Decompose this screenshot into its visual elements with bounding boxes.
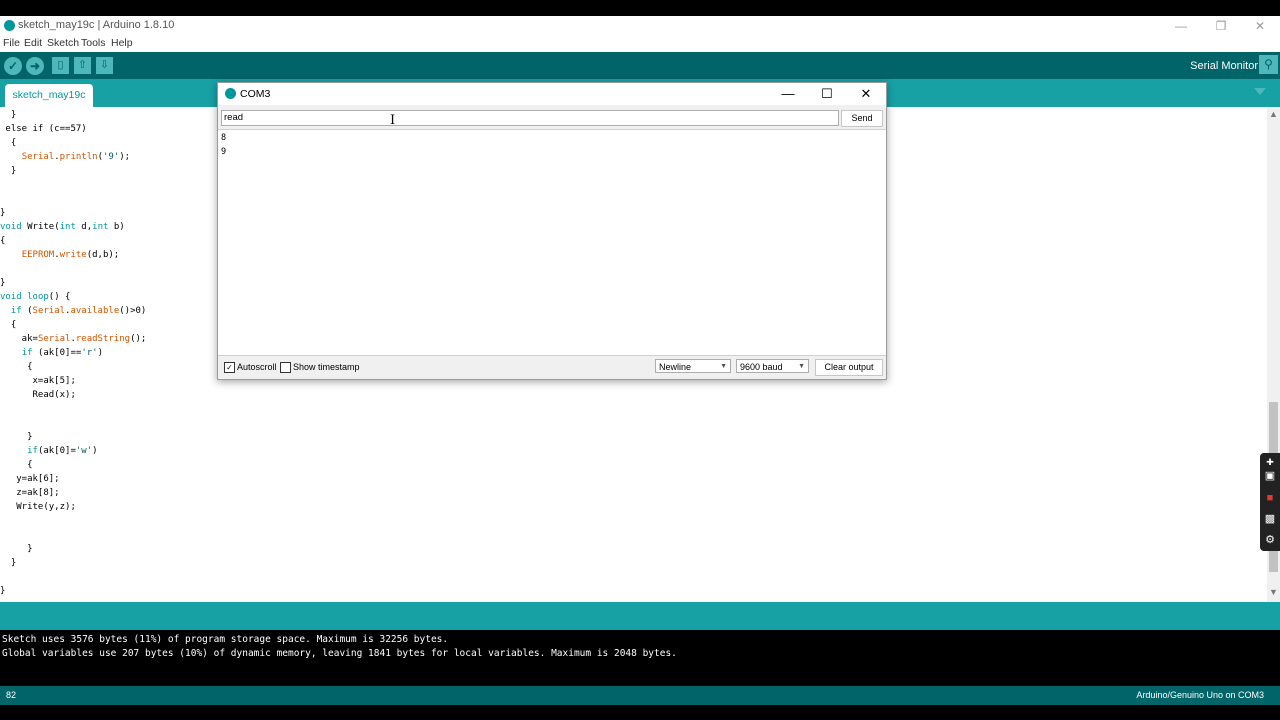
settings-gear-icon[interactable]: ⚙ — [1263, 533, 1277, 547]
restore-icon[interactable]: ❐ — [1206, 17, 1236, 35]
tab-menu-icon[interactable] — [1254, 88, 1266, 95]
scroll-up-icon[interactable]: ▲ — [1269, 109, 1278, 119]
code-line: } — [0, 208, 6, 218]
code-line: Write(y,z); — [0, 502, 76, 512]
clear-output-button[interactable]: Clear output — [815, 359, 883, 376]
chevron-down-icon: ▼ — [720, 363, 727, 370]
close-icon[interactable]: ✕ — [854, 85, 878, 103]
output-line: 8 — [221, 133, 227, 143]
code-line: } — [0, 544, 33, 554]
new-button[interactable]: ▯ — [52, 57, 69, 74]
baud-rate-select[interactable]: 9600 baud ▼ — [736, 359, 809, 373]
serial-monitor-window: COM3 — ☐ ✕ read I Send 8 9 ✓ Autoscroll … — [217, 82, 887, 380]
autoscroll-label: Autoscroll — [237, 362, 277, 372]
capture-toolbar: ✚ ▣ ■ ▩ ⚙ — [1260, 453, 1280, 551]
menu-file[interactable]: File — [3, 37, 20, 49]
board-port-status: Arduino/Genuino Uno on COM3 — [1136, 690, 1264, 700]
record-video-icon[interactable]: ■ — [1263, 491, 1277, 505]
serial-monitor-title: COM3 — [240, 88, 271, 100]
code-line: else if (c==57) — [0, 124, 87, 134]
menu-bar: File Edit Sketch Tools Help — [0, 36, 1280, 53]
serial-output-area[interactable]: 8 9 — [218, 129, 886, 356]
code-line: y=ak[6]; — [0, 474, 60, 484]
code-line: if (Serial.available()>0) — [10, 306, 147, 316]
code-line: } — [0, 432, 33, 442]
window-title: sketch_may19c | Arduino 1.8.10 — [18, 19, 175, 31]
code-line: { — [0, 138, 17, 148]
verify-button[interactable]: ✓ — [4, 57, 22, 75]
upload-button[interactable]: ➜ — [26, 57, 44, 75]
code-line: } — [0, 586, 6, 596]
code-line: { — [0, 362, 33, 372]
code-line: if(ak[0]='w') — [27, 446, 98, 456]
code-line: } — [0, 278, 6, 288]
plus-icon[interactable]: ✚ — [1263, 455, 1277, 469]
toolbar: ✓ ➜ ▯ ⇧ ⇩ Serial Monitor ⚲ — [0, 52, 1280, 79]
scroll-down-icon[interactable]: ▼ — [1269, 587, 1278, 597]
title-bar: sketch_may19c | Arduino 1.8.10 — ❐ ✕ — [0, 16, 1280, 36]
arduino-logo-icon — [225, 88, 236, 99]
text-cursor-icon: I — [390, 113, 396, 128]
status-bar: 82 Arduino/Genuino Uno on COM3 — [0, 686, 1280, 705]
line-number: 82 — [6, 690, 17, 700]
save-button[interactable]: ⇩ — [96, 57, 113, 74]
menu-edit[interactable]: Edit — [24, 37, 42, 49]
chevron-down-icon: ▼ — [798, 363, 805, 370]
autoscroll-checkbox[interactable]: ✓ — [224, 362, 235, 373]
output-line: 9 — [221, 147, 227, 157]
line-ending-select[interactable]: Newline ▼ — [655, 359, 731, 373]
code-line: ak=Serial.readString(); — [0, 334, 147, 344]
close-icon[interactable]: ✕ — [1245, 17, 1275, 35]
code-line: Serial.println('9'); — [21, 152, 131, 162]
code-line: EEPROM.write(d,b); — [21, 250, 120, 260]
arduino-logo-icon — [4, 20, 15, 31]
code-line: x=ak[5]; — [0, 376, 76, 386]
serial-monitor-button[interactable]: ⚲ — [1259, 55, 1278, 74]
code-line: { — [0, 460, 33, 470]
tab-sketch[interactable]: sketch_may19c — [5, 84, 93, 107]
serial-input-field[interactable]: read — [221, 110, 839, 126]
gallery-icon[interactable]: ▩ — [1263, 512, 1277, 526]
show-timestamp-label: Show timestamp — [293, 362, 360, 372]
serial-monitor-label: Serial Monitor — [1190, 60, 1258, 72]
maximize-icon[interactable]: ☐ — [815, 85, 839, 103]
code-line: Read(x); — [0, 390, 76, 400]
console-divider[interactable] — [0, 602, 1280, 630]
baud-rate-value: 9600 baud — [740, 362, 783, 372]
code-line: } — [0, 166, 17, 176]
camera-icon[interactable]: ▣ — [1263, 469, 1277, 483]
serial-monitor-titlebar[interactable]: COM3 — ☐ ✕ — [218, 83, 886, 105]
code-line: void loop() { — [0, 292, 71, 302]
code-line: void Write(int d,int b) — [0, 222, 125, 232]
open-button[interactable]: ⇧ — [74, 57, 91, 74]
console-output: Sketch uses 3576 bytes (11%) of program … — [0, 630, 1280, 686]
line-ending-value: Newline — [659, 362, 692, 372]
send-button[interactable]: Send — [841, 110, 883, 127]
code-line: z=ak[8]; — [0, 488, 60, 498]
show-timestamp-checkbox[interactable] — [280, 362, 291, 373]
code-line: if (ak[0]=='r') — [21, 348, 103, 358]
console-line: Sketch uses 3576 bytes (11%) of program … — [2, 634, 449, 645]
code-line: { — [0, 236, 6, 246]
minimize-icon[interactable]: — — [1166, 17, 1196, 35]
minimize-icon[interactable]: — — [776, 85, 800, 103]
menu-sketch[interactable]: Sketch — [47, 37, 79, 49]
console-line: Global variables use 207 bytes (10%) of … — [2, 648, 677, 659]
code-line: { — [0, 320, 17, 330]
menu-tools[interactable]: Tools — [81, 37, 106, 49]
code-line: } — [0, 110, 17, 120]
menu-help[interactable]: Help — [111, 37, 133, 49]
code-line: } — [0, 558, 17, 568]
